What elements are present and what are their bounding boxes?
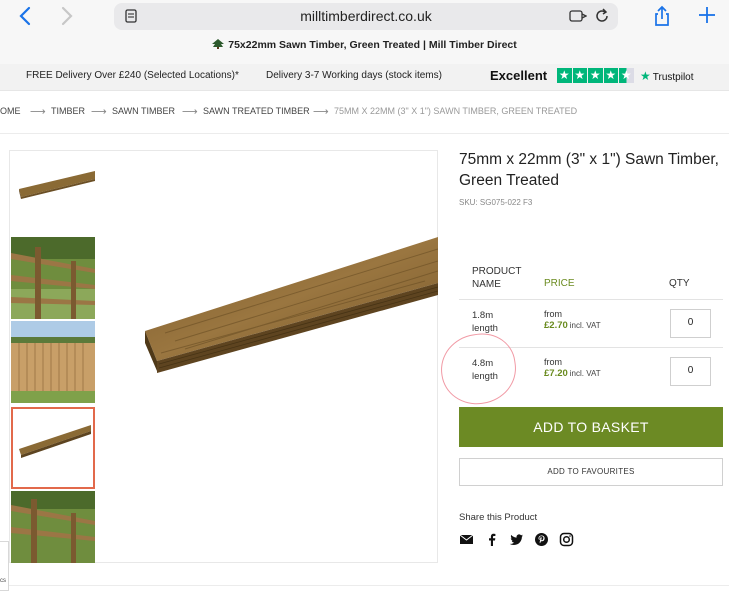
delivery-time-text: Delivery 3-7 Working days (stock items) xyxy=(266,70,442,81)
product-sku: SKU: SG075-022 F3 xyxy=(459,198,533,207)
price-value: £2.70 xyxy=(544,320,568,331)
timber-plank-image xyxy=(13,409,93,487)
thumbnail-5[interactable] xyxy=(11,491,95,573)
breadcrumb-sawn-timber[interactable]: SAWN TIMBER xyxy=(112,106,175,116)
chevron-right-icon xyxy=(61,6,73,26)
trustpilot-logo[interactable]: ★ Trustpilot xyxy=(640,69,694,83)
column-header-price: PRICE xyxy=(544,278,575,289)
fence-rails-image xyxy=(11,237,95,319)
fence-rails-image xyxy=(11,491,95,563)
email-icon[interactable] xyxy=(459,532,474,547)
main-product-image[interactable] xyxy=(105,221,439,421)
arrow-right-icon: ⟶ xyxy=(91,106,107,118)
thumbnail-1[interactable] xyxy=(11,153,95,235)
extension-icon[interactable] xyxy=(569,9,587,23)
url-text[interactable]: milltimberdirect.co.uk xyxy=(114,8,618,24)
free-delivery-text: FREE Delivery Over £240 (Selected Locati… xyxy=(26,70,239,81)
arrow-right-icon: ⟶ xyxy=(313,106,329,118)
favicon-icon xyxy=(212,39,225,49)
trustpilot-label: Trustpilot xyxy=(652,72,694,83)
forward-button[interactable] xyxy=(56,5,76,27)
share-label: Share this Product xyxy=(459,512,538,523)
star-icon: ★ xyxy=(603,68,618,83)
option-price-1: £2.70 incl. VAT xyxy=(544,320,601,331)
breadcrumb-home[interactable]: OME xyxy=(0,106,21,116)
instagram-icon[interactable] xyxy=(559,532,574,547)
add-to-favourites-button[interactable]: ADD TO FAVOURITES xyxy=(459,458,723,486)
column-header-product-name: PRODUCT NAME xyxy=(472,266,522,290)
thumbnail-4-selected[interactable] xyxy=(11,407,95,489)
star-icon: ★ xyxy=(572,68,587,83)
breadcrumb-sawn-treated-timber[interactable]: SAWN TREATED TIMBER xyxy=(203,106,310,116)
arrow-right-icon: ⟶ xyxy=(182,106,198,118)
tab-title: 75x22mm Sawn Timber, Green Treated | Mil… xyxy=(228,39,517,51)
timber-plank-image xyxy=(11,153,95,235)
divider xyxy=(0,133,729,134)
add-to-basket-button[interactable]: ADD TO BASKET xyxy=(459,407,723,447)
star-icon: ★ xyxy=(557,68,572,83)
timber-plank-image xyxy=(145,237,439,373)
facebook-icon[interactable] xyxy=(484,532,499,547)
breadcrumb-current: 75MM X 22MM (3" X 1") SAWN TIMBER, GREEN… xyxy=(334,106,578,116)
quantity-input-1[interactable]: 0 xyxy=(670,309,711,338)
back-button[interactable] xyxy=(16,5,36,27)
info-bar: FREE Delivery Over £240 (Selected Locati… xyxy=(0,64,729,91)
quantity-input-2[interactable]: 0 xyxy=(670,357,711,386)
trustpilot-star-icon: ★ xyxy=(640,69,651,83)
half-star-icon: ★ xyxy=(619,68,634,83)
active-tab[interactable]: 75x22mm Sawn Timber, Green Treated | Mil… xyxy=(0,39,729,61)
thumbnail-3[interactable] xyxy=(11,321,95,403)
column-header-qty: QTY xyxy=(669,278,690,289)
hand-drawn-circle-annotation xyxy=(436,329,521,409)
new-tab-button[interactable] xyxy=(697,4,717,26)
vat-label: incl. VAT xyxy=(569,321,601,330)
divider xyxy=(0,585,729,586)
chevron-left-icon xyxy=(19,6,31,26)
trustpilot-stars[interactable]: ★ ★ ★ ★ ★ xyxy=(557,68,634,84)
share-button[interactable] xyxy=(652,5,672,27)
twitter-icon[interactable] xyxy=(509,532,524,547)
option-name-1: 1.8m length xyxy=(472,310,498,334)
star-icon: ★ xyxy=(588,68,603,83)
product-title: 75mm x 22mm (3" x 1") Sawn Timber, Green… xyxy=(459,151,719,189)
social-share-icons xyxy=(459,532,574,548)
product-gallery xyxy=(9,150,439,563)
option-price-2: £7.20 incl. VAT xyxy=(544,368,601,379)
vat-label: incl. VAT xyxy=(569,369,601,378)
option-from-2: from xyxy=(544,357,562,367)
pinterest-icon[interactable] xyxy=(534,532,549,547)
price-value: £7.20 xyxy=(544,368,568,379)
address-bar[interactable]: milltimberdirect.co.uk xyxy=(114,3,618,30)
arrow-right-icon: ⟶ xyxy=(30,106,46,118)
reload-icon[interactable] xyxy=(594,8,610,24)
option-from-1: from xyxy=(544,309,562,319)
breadcrumb-timber[interactable]: TIMBER xyxy=(51,106,85,116)
rating-text: Excellent xyxy=(490,68,548,83)
cookie-tab-text: cs xyxy=(0,578,6,584)
thumbnail-2[interactable] xyxy=(11,237,95,319)
divider xyxy=(459,299,723,300)
browser-toolbar: milltimberdirect.co.uk 75x22mm Sawn Timb… xyxy=(0,0,729,64)
fence-panels-image xyxy=(11,321,95,403)
share-icon xyxy=(655,5,669,26)
plus-icon xyxy=(699,7,715,23)
